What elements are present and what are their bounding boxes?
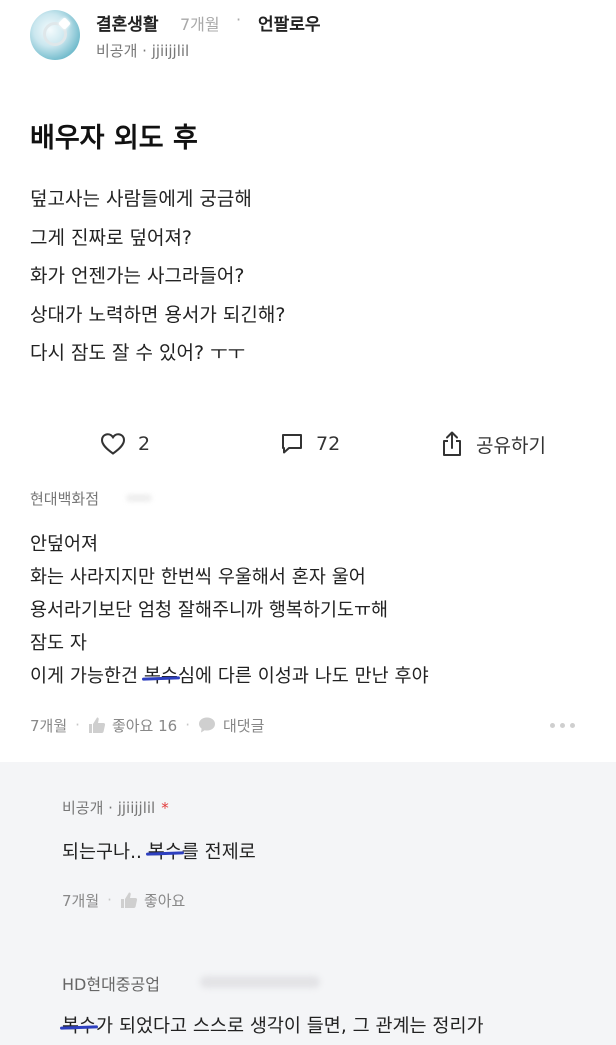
reply-body: 되는구나.. 복수를 전제로 (62, 838, 256, 864)
post-body-line: 화가 언젠가는 사그라들어? (30, 265, 245, 287)
comment-like-label: 좋아요 16 (111, 716, 178, 735)
post-body: 덮고사는 사람들에게 궁금해 그게 진짜로 덮어져? 화가 언젠가는 사그라들어… (30, 180, 285, 373)
struck-word: 복수 (148, 838, 182, 864)
separator-dot: · (107, 891, 112, 909)
reply-like-button[interactable]: 좋아요 (120, 890, 185, 911)
comment-like-button[interactable]: 좋아요 16 (88, 715, 177, 736)
comment-line: 안덮어져 (30, 534, 99, 555)
reply-text-suffix: 를 전제로 (181, 842, 256, 863)
post-action-bar: 2 72 공유하기 (0, 424, 616, 464)
post-author: 비공개 · jjiijjlil (96, 42, 190, 60)
heart-icon (100, 433, 126, 455)
comment-time-wrap: 7개월 · 좋아요 16 · 대댓글 (30, 712, 264, 738)
reply-label: 대댓글 (222, 716, 265, 735)
separator-dot: · (236, 10, 242, 29)
reply-text-prefix: 되는구나.. (62, 842, 148, 863)
comment-line: 이게 가능한건 복수심에 다른 이성과 나도 만난 후야 (30, 660, 429, 693)
blurred-nickname (200, 976, 320, 988)
share-label: 공유하기 (476, 434, 546, 457)
like-button[interactable]: 2 (100, 424, 150, 464)
comment-line: 화는 사라지지만 한번씩 우울해서 혼자 울어 (30, 567, 366, 588)
post-body-line: 그게 진짜로 덮어져? (30, 226, 193, 249)
post-body-line: 덮고사는 사람들에게 궁금해 (30, 188, 252, 210)
reply-author-name: 비공개 · jjiijjlil (62, 799, 156, 817)
comment-line-prefix: 이게 가능한건 (30, 666, 144, 687)
post-time: 7개월 (180, 15, 220, 34)
separator-dot: · (185, 716, 190, 734)
comment-author[interactable]: 현대백화점 (30, 488, 99, 509)
post-body-line: 다시 잠도 잘 수 있어? ㅜㅜ (30, 342, 246, 364)
comment-button[interactable]: 72 (280, 424, 340, 464)
reply-body: 복수가 되었다고 스스로 생각이 들면, 그 관계는 정리가 (62, 1012, 484, 1038)
comment-line: 잠도 자 (30, 633, 87, 654)
post-header: 결혼생활 7개월 · 언팔로우 비공개 · jjiijjlil (0, 0, 616, 80)
separator-dot: · (75, 716, 80, 734)
reply-author[interactable]: 비공개 · jjiijjlil * (62, 797, 169, 818)
share-button[interactable]: 공유하기 (440, 424, 546, 464)
post-title: 배우자 외도 후 (30, 123, 198, 154)
author-star-badge: * (161, 799, 169, 817)
unfollow-button[interactable]: 언팔로우 (258, 10, 321, 35)
comment-count: 72 (316, 433, 341, 455)
thumbs-up-icon (88, 717, 106, 733)
reply-text-suffix: 가 되었다고 스스로 생각이 들면, 그 관계는 정리가 (96, 1016, 484, 1037)
speech-bubble-icon (198, 717, 215, 733)
reply-button[interactable]: 대댓글 (198, 715, 264, 736)
comment-icon (282, 434, 302, 454)
like-count: 2 (138, 433, 151, 455)
struck-word: 복수 (62, 1012, 96, 1038)
comment-line-suffix: 심에 다른 이성과 나도 만난 후야 (177, 666, 429, 687)
post-body-line: 상대가 노력하면 용서가 되긴해? (30, 303, 286, 326)
comment-body: 안덮어져 화는 사라지지만 한번씩 우울해서 혼자 울어 용서라기보단 엄청 잘… (30, 528, 429, 693)
struck-word: 복수 (144, 660, 178, 693)
reply-like-label: 좋아요 (143, 891, 186, 910)
reply-author[interactable]: HD현대중공업 (62, 971, 160, 995)
thumbs-up-icon (120, 892, 138, 908)
channel-name[interactable]: 결혼생활 (96, 10, 159, 35)
channel-avatar[interactable] (30, 10, 80, 60)
comment-line: 용서라기보단 엄청 잘해주니까 행복하기도ㅠ해 (30, 600, 389, 621)
more-options-icon[interactable] (548, 712, 578, 738)
reply-time: 7개월 (62, 891, 100, 910)
blurred-nickname (126, 494, 152, 502)
share-icon (443, 431, 461, 456)
comment-time: 7개월 (30, 716, 68, 735)
